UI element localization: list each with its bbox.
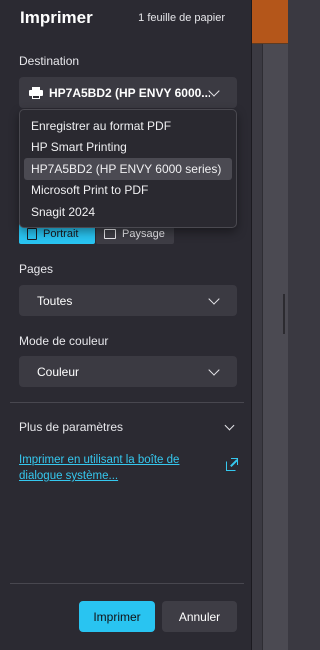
chevron-down-icon bbox=[224, 420, 235, 430]
more-settings-toggle[interactable]: Plus de paramètres bbox=[19, 420, 237, 434]
print-dialog: Imprimer 1 feuille de papier Destination… bbox=[0, 0, 252, 650]
color-mode-value: Couleur bbox=[37, 364, 80, 379]
pages-value: Toutes bbox=[37, 293, 73, 308]
destination-dropdown-list: Enregistrer au format PDF HP Smart Print… bbox=[19, 109, 237, 228]
printer-icon bbox=[29, 86, 43, 99]
preview-sheet bbox=[262, 44, 288, 650]
chevron-down-icon bbox=[208, 292, 220, 305]
more-settings-label: Plus de paramètres bbox=[19, 420, 124, 434]
external-link-icon[interactable] bbox=[226, 458, 238, 471]
page-preview-background bbox=[252, 0, 288, 650]
pages-select[interactable]: Toutes bbox=[19, 285, 237, 316]
color-mode-select[interactable]: Couleur bbox=[19, 356, 237, 387]
destination-option-selected[interactable]: HP7A5BD2 (HP ENVY 6000 series) bbox=[24, 158, 232, 180]
system-dialog-link[interactable]: Imprimer en utilisant la boîte de dialog… bbox=[19, 452, 219, 484]
destination-option[interactable]: Snagit 2024 bbox=[24, 201, 232, 223]
page-header-strip bbox=[252, 0, 288, 44]
color-mode-label: Mode de couleur bbox=[19, 334, 109, 348]
destination-option[interactable]: Enregistrer au format PDF bbox=[24, 115, 232, 137]
landscape-page-icon bbox=[104, 228, 116, 239]
pages-label: Pages bbox=[19, 262, 54, 276]
destination-select[interactable]: HP7A5BD2 (HP ENVY 6000... bbox=[19, 77, 237, 108]
landscape-label: Paysage bbox=[122, 227, 165, 240]
print-button[interactable]: Imprimer bbox=[79, 601, 155, 632]
chevron-down-icon bbox=[208, 84, 220, 97]
destination-label: Destination bbox=[19, 54, 80, 68]
divider bbox=[10, 583, 244, 584]
sheet-count: 1 feuille de papier bbox=[138, 12, 225, 24]
destination-option[interactable]: Microsoft Print to PDF bbox=[24, 180, 232, 202]
divider bbox=[10, 402, 244, 403]
destination-option[interactable]: HP Smart Printing bbox=[24, 137, 232, 159]
destination-value: HP7A5BD2 (HP ENVY 6000... bbox=[49, 85, 210, 100]
dialog-title: Imprimer bbox=[20, 8, 93, 27]
cancel-button[interactable]: Annuler bbox=[162, 601, 237, 632]
portrait-label: Portrait bbox=[43, 227, 79, 240]
portrait-page-icon bbox=[27, 227, 37, 240]
chevron-down-icon bbox=[208, 363, 220, 376]
